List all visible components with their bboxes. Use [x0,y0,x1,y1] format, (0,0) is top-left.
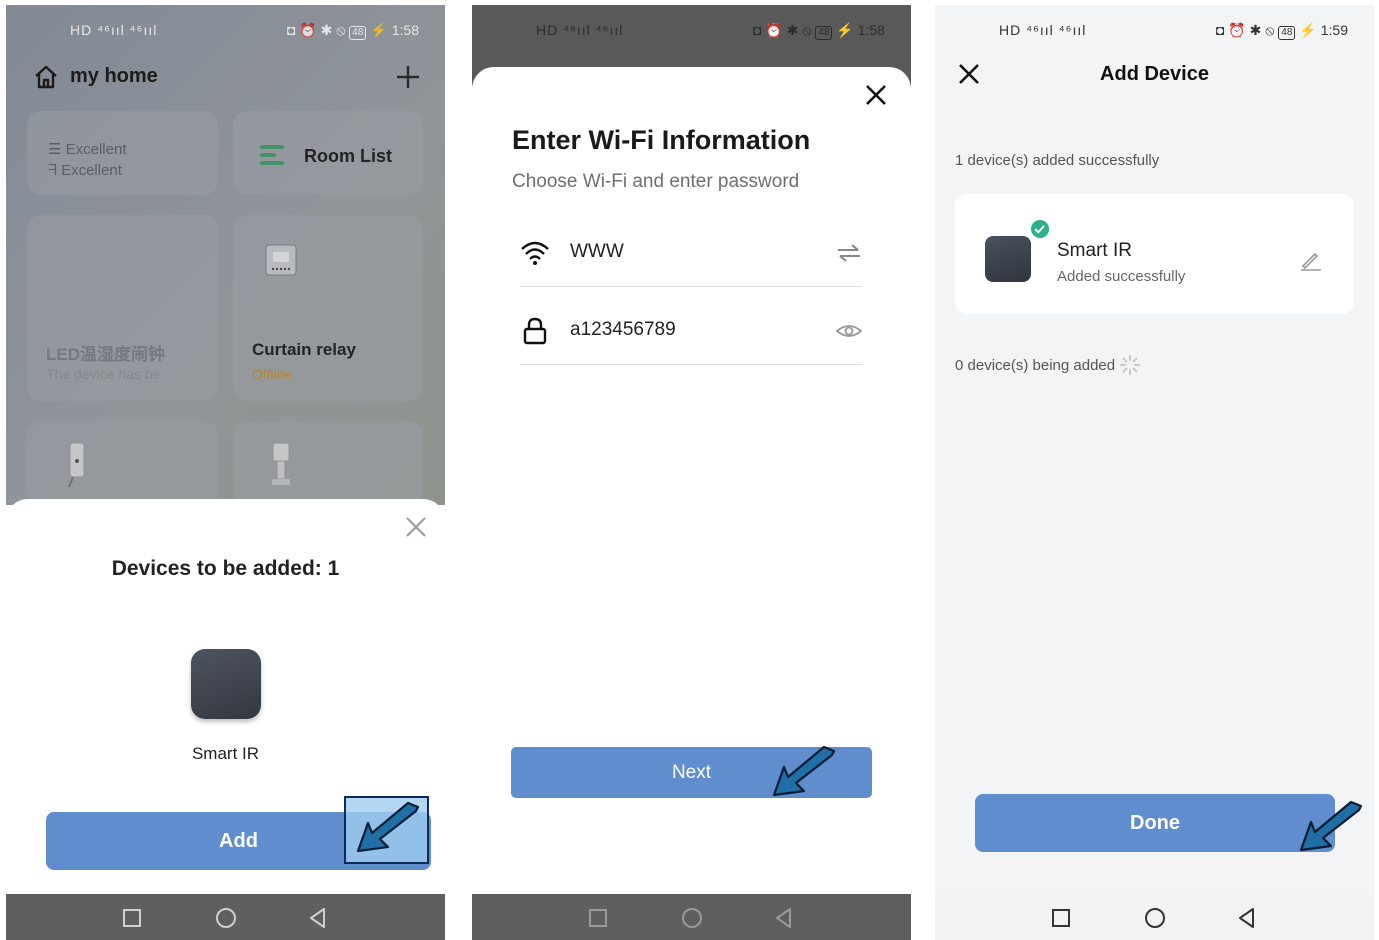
lock-icon [523,317,547,345]
dialog-title: Enter Wi-Fi Information [512,125,811,155]
back-nav-icon[interactable] [307,906,329,930]
page-title: Add Device [1100,63,1209,85]
clock: 1:58 [857,22,885,38]
devices-to-add-title: Devices to be added: 1 [111,557,340,580]
recents-nav-icon[interactable] [121,907,143,929]
pointer-arrow-icon [1299,800,1363,852]
screen-home-add-sheet: HD ⁴⁶ııl ⁴⁶ııl ◘ ⏰ ✱ ⦸ 48 ⚡ 1:58 my home … [6,5,445,940]
status-bar: HD ⁴⁶ııl ⁴⁶ııl ◘ ⏰ ✱ ⦸ 48 ⚡ 1:58 [472,19,911,43]
nfc-alarm-bt-mute-icons: ◘ ⏰ ✱ ⦸ [752,22,816,38]
edit-pencil-icon[interactable] [1299,248,1323,272]
device-name-label: Smart IR [191,744,260,763]
smart-ir-device-icon [985,236,1031,282]
back-nav-icon[interactable] [773,906,795,930]
added-count-text: 1 device(s) added successfully [955,152,1160,169]
screen-add-device-result: HD ⁴⁶ııl ⁴⁶ııl ◘ ⏰ ✱ ⦸ 48 ⚡ 1:59 Add Devi… [935,5,1374,940]
success-check-icon [1029,218,1051,240]
back-nav-icon[interactable] [1236,906,1258,930]
home-nav-icon[interactable] [1143,906,1167,930]
dialog-subtitle: Choose Wi-Fi and enter password [512,171,800,192]
password-field[interactable]: a123456789 [520,297,862,365]
close-icon[interactable] [864,83,888,107]
system-nav-bar [935,894,1374,940]
add-devices-sheet: Devices to be added: 1 Smart IR Add [6,499,445,890]
device-status: Added successfully [1057,268,1186,285]
system-nav-bar [6,894,445,940]
status-bar: HD ⁴⁶ııl ⁴⁶ııl ◘ ⏰ ✱ ⦸ 48 ⚡ 1:59 [935,19,1374,43]
loading-spinner-icon [1120,355,1140,375]
status-right: ◘ ⏰ ✱ ⦸ 48 ⚡ 1:58 [752,22,885,40]
home-nav-icon[interactable] [214,906,238,930]
show-password-eye-icon[interactable] [836,319,862,343]
wifi-icon [521,241,549,265]
home-nav-icon[interactable] [680,906,704,930]
wifi-dialog: Enter Wi-Fi Information Choose Wi-Fi and… [472,67,911,896]
background-dim-overlay [6,5,445,505]
status-right: ◘ ⏰ ✱ ⦸ 48 ⚡ 1:59 [1215,22,1348,40]
device-name: Smart IR [1057,240,1132,261]
pointer-arrow-icon [356,801,420,853]
nfc-alarm-bt-mute-icons: ◘ ⏰ ✱ ⦸ [1215,22,1279,38]
clock: 1:59 [1320,22,1348,38]
smart-ir-device-icon [191,649,261,719]
switch-network-icon[interactable] [836,241,862,265]
wifi-name-value: WWW [570,241,624,262]
done-button[interactable]: Done [975,794,1335,852]
recents-nav-icon[interactable] [587,907,609,929]
adding-count-text: 0 device(s) being added [955,357,1116,374]
screen-wifi-info: HD ⁴⁶ııl ⁴⁶ııl ◘ ⏰ ✱ ⦸ 48 ⚡ 1:58 Enter Wi… [472,5,911,940]
recents-nav-icon[interactable] [1050,907,1072,929]
close-icon[interactable] [404,515,428,539]
battery-icon: 48 [1278,26,1296,40]
signal-indicators: HD ⁴⁶ııl ⁴⁶ııl [536,22,624,38]
signal-indicators: HD ⁴⁶ııl ⁴⁶ııl [999,22,1087,38]
wifi-name-field[interactable]: WWW [520,219,862,287]
password-value: a123456789 [570,319,676,340]
battery-icon: 48 [815,26,833,40]
pointer-arrow-icon [772,745,836,797]
added-device-card[interactable]: Smart IR Added successfully [955,194,1354,314]
system-nav-bar [472,894,911,940]
